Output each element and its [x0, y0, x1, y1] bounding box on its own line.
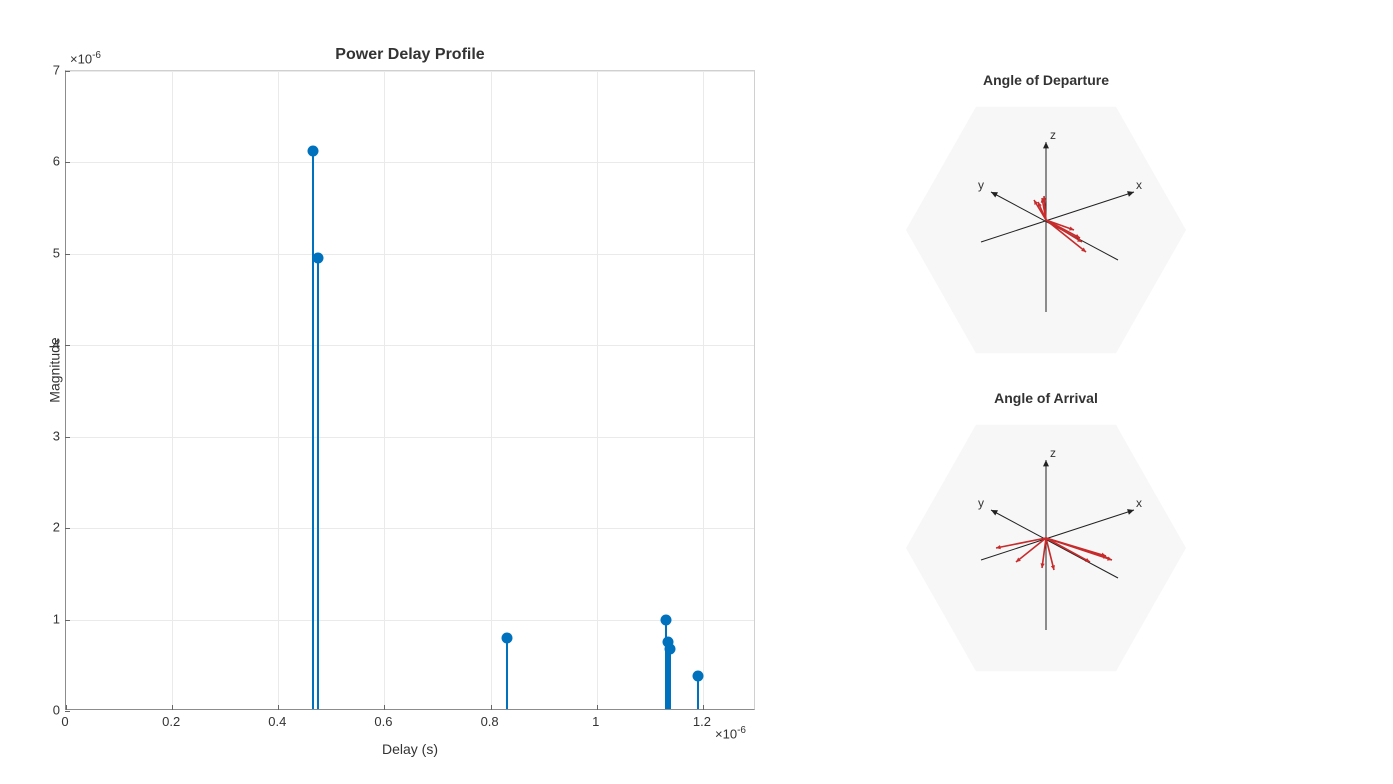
gridline-vertical	[597, 71, 598, 709]
tick-mark	[65, 254, 70, 255]
z-axis-label-3d: z	[1050, 446, 1056, 460]
y-tick-label: 2	[53, 520, 60, 535]
stem-line	[312, 149, 314, 709]
x-tick-label: 0.4	[268, 714, 286, 729]
tick-mark	[384, 705, 385, 710]
stem-marker	[665, 643, 676, 654]
stem-marker	[692, 671, 703, 682]
y-tick-label: 3	[53, 428, 60, 443]
gridline-horizontal	[66, 162, 754, 163]
stem-line	[317, 256, 319, 709]
tick-mark	[278, 705, 279, 710]
tick-mark	[65, 620, 70, 621]
gridline-vertical	[278, 71, 279, 709]
stem-marker	[307, 146, 318, 157]
z-axis-label-3d: z	[1050, 128, 1056, 142]
gridline-horizontal	[66, 437, 754, 438]
tick-mark	[65, 437, 70, 438]
x-axis-label-3d: x	[1136, 496, 1142, 510]
tick-mark	[65, 345, 70, 346]
aoa-plot: x y z	[906, 408, 1186, 688]
y-tick-label: 1	[53, 611, 60, 626]
x-axis-label: Delay (s)	[65, 741, 755, 757]
gridline-horizontal	[66, 528, 754, 529]
stem-line	[506, 636, 508, 709]
y-axis-label-3d: y	[978, 178, 984, 192]
stem-line	[669, 647, 671, 709]
stem-marker	[501, 632, 512, 643]
aod-title: Angle of Departure	[906, 72, 1186, 88]
gridline-vertical	[703, 71, 704, 709]
x-tick-label: 0.6	[374, 714, 392, 729]
gridline-horizontal	[66, 620, 754, 621]
gridline-vertical	[172, 71, 173, 709]
x-tick-label: 1.2	[693, 714, 711, 729]
aoa-title: Angle of Arrival	[906, 390, 1186, 406]
tick-mark	[65, 528, 70, 529]
y-tick-label: 6	[53, 154, 60, 169]
stem-marker	[313, 253, 324, 264]
tick-mark	[703, 705, 704, 710]
x-tick-label: 0	[61, 714, 68, 729]
stem-marker	[660, 614, 671, 625]
y-tick-label: 4	[53, 337, 60, 352]
y-tick-label: 5	[53, 245, 60, 260]
tick-mark	[597, 705, 598, 710]
chart-title: Power Delay Profile	[65, 46, 755, 64]
tick-mark	[65, 711, 70, 712]
tick-mark	[66, 705, 67, 710]
gridline-vertical	[384, 71, 385, 709]
stem-plot-area	[65, 70, 755, 710]
y-axis-label-3d: y	[978, 496, 984, 510]
tick-mark	[65, 162, 70, 163]
x-axis-exponent: ×10-6	[715, 725, 746, 741]
x-axis-label-3d: x	[1136, 178, 1142, 192]
tick-mark	[172, 705, 173, 710]
x-tick-label: 0.8	[481, 714, 499, 729]
gridline-horizontal	[66, 71, 754, 72]
y-axis-exponent: ×10-6	[70, 50, 101, 66]
aod-plot: x y z	[906, 90, 1186, 370]
gridline-horizontal	[66, 345, 754, 346]
tick-mark	[491, 705, 492, 710]
tick-mark	[65, 71, 70, 72]
gridline-vertical	[491, 71, 492, 709]
x-tick-label: 1	[592, 714, 599, 729]
y-tick-label: 0	[53, 703, 60, 718]
x-tick-label: 0.2	[162, 714, 180, 729]
gridline-horizontal	[66, 254, 754, 255]
y-tick-label: 7	[53, 63, 60, 78]
